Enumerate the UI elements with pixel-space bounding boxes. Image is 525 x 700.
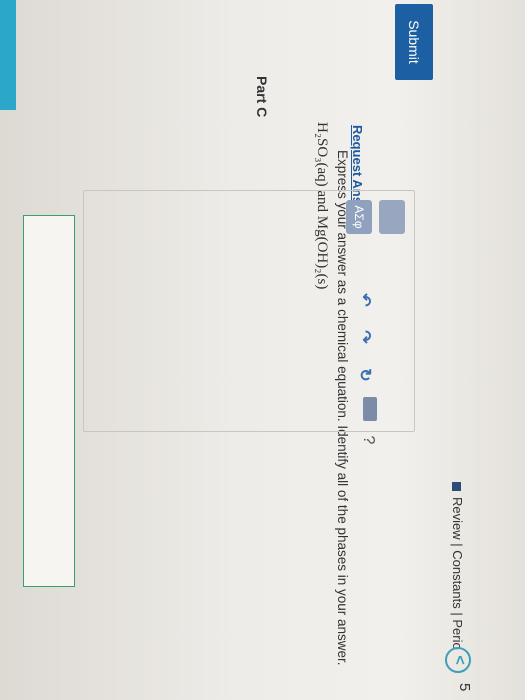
answer-input[interactable] <box>23 215 75 587</box>
previous-button[interactable]: < <box>445 647 471 673</box>
submit-button[interactable]: Submit <box>395 4 433 80</box>
chevron-left-icon: < <box>451 655 468 665</box>
greek-symbols-button[interactable]: ΑΣφ <box>346 200 372 234</box>
keyboard-icon[interactable] <box>363 397 377 421</box>
page-number: 5 <box>456 683 473 692</box>
part-title: Part C <box>254 76 270 118</box>
template-icon[interactable] <box>379 200 405 234</box>
photo-frame: Review | Constants | Perio < 5 Submit Re… <box>0 0 525 700</box>
links-text[interactable]: Review | Constants | Perio <box>450 497 465 650</box>
rotated-screen: Review | Constants | Perio < 5 Submit Re… <box>0 0 525 700</box>
undo-icon[interactable]: ↶ <box>355 290 375 310</box>
reset-icon[interactable]: ↻ <box>355 365 375 385</box>
review-constants-periodic-links[interactable]: Review | Constants | Perio <box>450 482 465 650</box>
review-icon <box>452 482 461 491</box>
redo-icon[interactable]: ↷ <box>355 327 375 347</box>
help-icon[interactable]: ? <box>359 433 377 447</box>
